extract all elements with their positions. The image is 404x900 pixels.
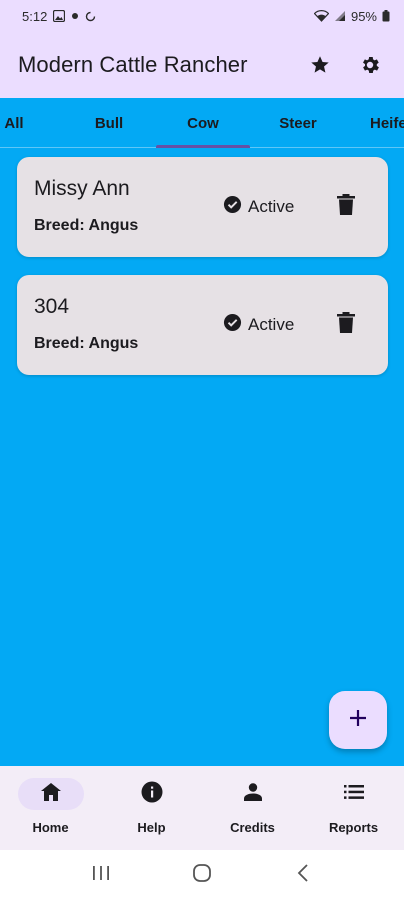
sync-icon bbox=[85, 11, 96, 22]
tab-label: All bbox=[4, 114, 24, 132]
nav-active-pill bbox=[17, 778, 84, 810]
cattle-breed: Breed: Angus bbox=[34, 217, 139, 234]
back-button[interactable] bbox=[283, 855, 323, 895]
home-icon bbox=[40, 782, 61, 806]
cattle-name: 304 bbox=[34, 295, 70, 318]
nav-label: Help bbox=[137, 820, 166, 835]
tab-label: Bull bbox=[94, 114, 124, 132]
gear-icon[interactable] bbox=[354, 49, 386, 81]
home-system-button[interactable] bbox=[182, 855, 222, 895]
status-time: 5:12 bbox=[22, 8, 48, 24]
dot-icon bbox=[71, 12, 79, 20]
status-left: 5:12 bbox=[22, 9, 96, 24]
status-label: Active bbox=[248, 315, 295, 334]
bottom-nav: Home Help Credits Reports bbox=[0, 766, 404, 850]
app-bar: Modern Cattle Rancher bbox=[0, 32, 404, 98]
person-icon bbox=[243, 782, 262, 806]
tab-cow[interactable]: Cow bbox=[156, 98, 250, 148]
circle-home-icon bbox=[192, 863, 212, 888]
add-cattle-button[interactable] bbox=[329, 691, 387, 749]
battery-percent: 95% bbox=[350, 8, 377, 24]
check-circle-icon bbox=[223, 195, 242, 219]
signal-icon bbox=[334, 10, 346, 22]
status-label: Active bbox=[248, 197, 295, 216]
tab-label: Heife bbox=[370, 114, 404, 132]
image-icon bbox=[53, 10, 66, 22]
tab-label: Steer bbox=[279, 114, 317, 132]
delete-button[interactable] bbox=[332, 311, 360, 339]
system-nav-bar bbox=[0, 850, 404, 900]
status-right: 95% bbox=[313, 8, 390, 24]
battery-icon bbox=[382, 10, 390, 22]
nav-label: Credits bbox=[230, 820, 275, 835]
trash-icon bbox=[337, 194, 355, 220]
cattle-card[interactable]: 304 Breed: Angus Active bbox=[17, 275, 388, 375]
wifi-icon bbox=[313, 10, 329, 22]
tab-steer[interactable]: Steer bbox=[251, 98, 345, 148]
nav-item-credits[interactable]: Credits bbox=[202, 766, 303, 850]
tab-all[interactable]: All bbox=[0, 98, 61, 148]
status-badge: Active bbox=[223, 313, 294, 337]
status-bar: 5:12 95% bbox=[0, 0, 404, 32]
info-icon bbox=[141, 781, 163, 808]
nav-icon-wrap bbox=[220, 778, 286, 810]
tab-bull[interactable]: Bull bbox=[62, 98, 156, 148]
cattle-breed: Breed: Angus bbox=[34, 335, 139, 352]
nav-label: Reports bbox=[328, 820, 379, 835]
trash-icon bbox=[337, 312, 355, 338]
nav-item-home[interactable]: Home bbox=[0, 766, 101, 850]
app-actions bbox=[304, 49, 386, 81]
list-icon bbox=[343, 784, 364, 804]
delete-button[interactable] bbox=[332, 193, 360, 221]
tab-heifer[interactable]: Heife bbox=[345, 98, 404, 148]
tab-indicator bbox=[156, 145, 250, 148]
recents-button[interactable] bbox=[81, 855, 121, 895]
cattle-name: Missy Ann bbox=[34, 177, 130, 200]
category-tabs: All Bull Cow Steer Heife bbox=[0, 98, 404, 148]
app-title: Modern Cattle Rancher bbox=[18, 52, 248, 77]
nav-label: Home bbox=[32, 820, 69, 835]
nav-item-help[interactable]: Help bbox=[101, 766, 202, 850]
status-badge: Active bbox=[223, 195, 294, 219]
plus-icon bbox=[348, 708, 368, 733]
nav-item-reports[interactable]: Reports bbox=[303, 766, 404, 850]
nav-icon-wrap bbox=[321, 778, 387, 810]
recents-icon bbox=[92, 865, 110, 886]
check-circle-icon bbox=[223, 313, 242, 337]
nav-icon-wrap bbox=[119, 778, 185, 810]
star-icon[interactable] bbox=[304, 49, 336, 81]
back-chevron-icon bbox=[297, 863, 309, 887]
cattle-card[interactable]: Missy Ann Breed: Angus Active bbox=[17, 157, 388, 257]
tab-label: Cow bbox=[187, 114, 219, 132]
